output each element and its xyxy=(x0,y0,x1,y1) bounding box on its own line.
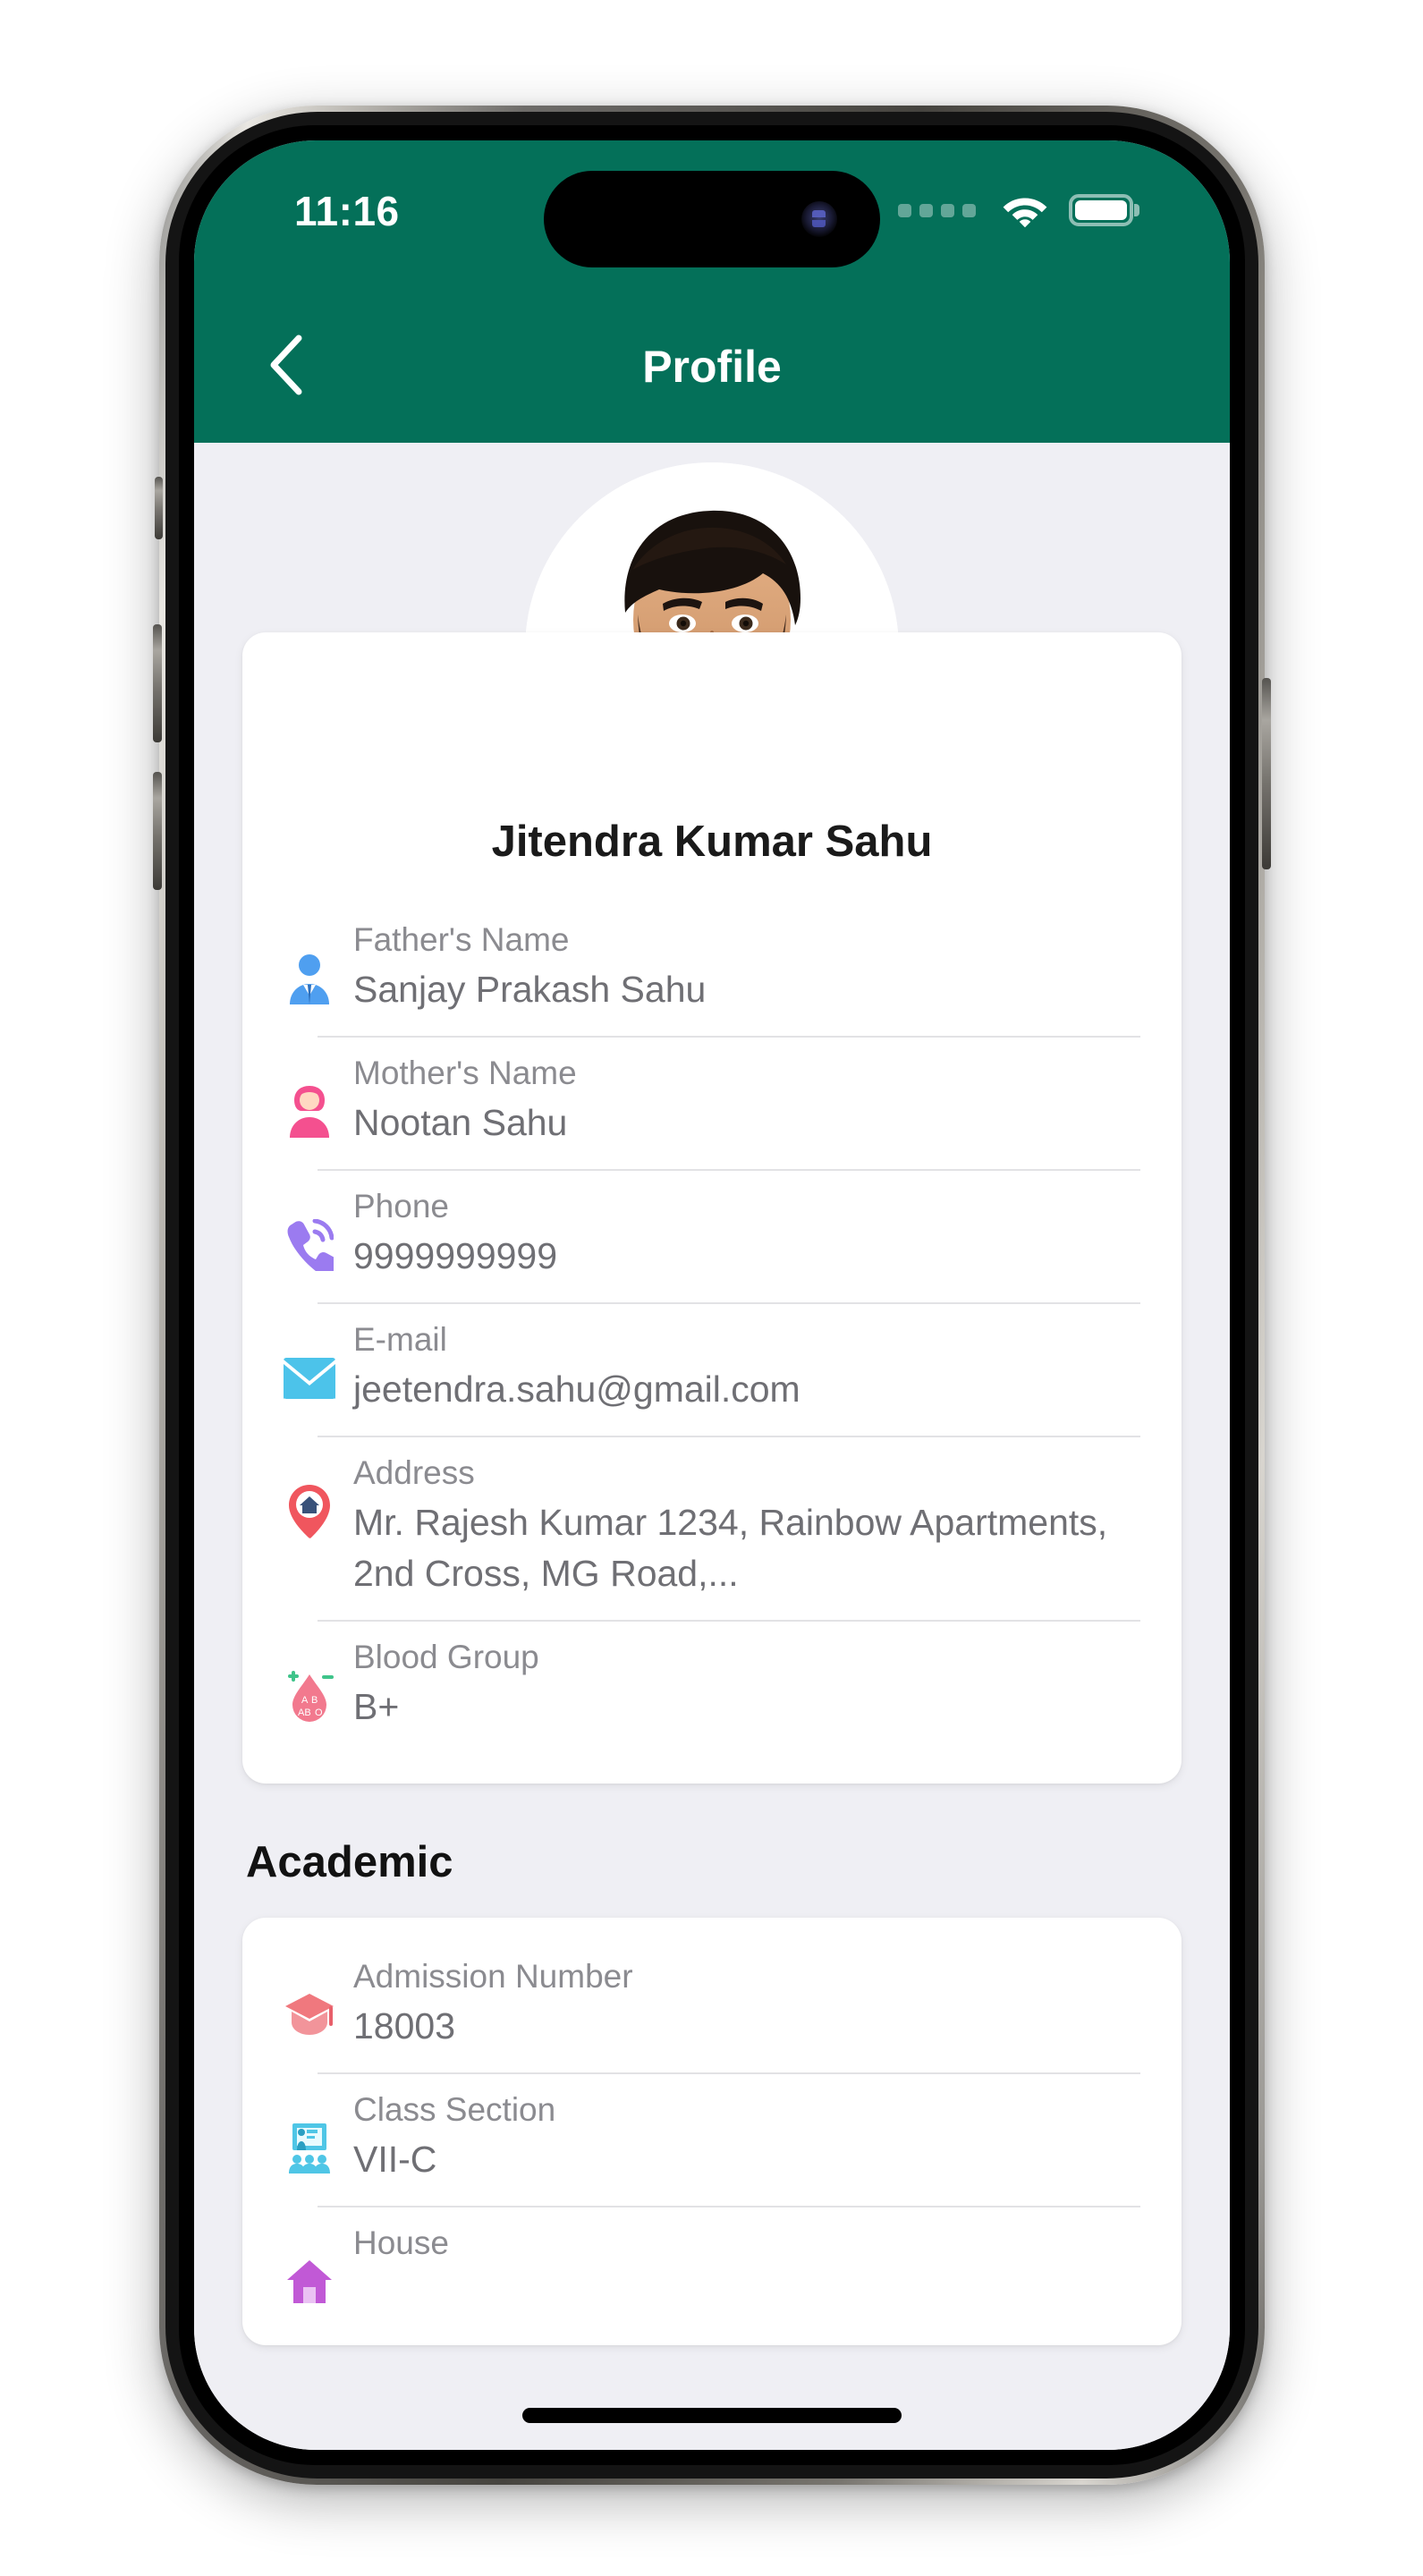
field-label: Blood Group xyxy=(353,1639,539,1676)
power-button[interactable] xyxy=(1262,678,1271,869)
field-label: Phone xyxy=(353,1188,449,1225)
field-label: E-mail xyxy=(353,1321,447,1359)
svg-text:A: A xyxy=(301,1695,309,1706)
phone-icon xyxy=(276,1212,343,1278)
field-blood-group[interactable]: A B AB O Blood Group B+ xyxy=(242,1622,1182,1753)
field-label: Admission Number xyxy=(353,1958,633,1996)
svg-text:AB: AB xyxy=(298,1707,311,1718)
field-house[interactable]: House xyxy=(242,2207,1182,2315)
field-fathers-name[interactable]: Father's Name Sanjay Prakash Sahu xyxy=(242,904,1182,1036)
field-phone[interactable]: Phone 9999999999 xyxy=(242,1171,1182,1302)
field-value: 18003 xyxy=(353,2004,456,2046)
female-user-icon xyxy=(276,1079,343,1145)
field-admission-number[interactable]: Admission Number 18003 xyxy=(242,1941,1182,2072)
volume-up-button[interactable] xyxy=(153,624,162,742)
field-label: House xyxy=(353,2224,449,2262)
wifi-icon xyxy=(1001,192,1049,228)
field-mothers-name[interactable]: Mother's Name Nootan Sahu xyxy=(242,1038,1182,1169)
battery-full-icon xyxy=(1069,194,1133,226)
svg-text:B: B xyxy=(311,1695,318,1706)
signal-dots-icon xyxy=(898,203,976,217)
house-icon xyxy=(276,2249,343,2315)
field-label: Class Section xyxy=(353,2091,556,2129)
field-value: 9999999999 xyxy=(353,1234,558,1276)
front-camera-icon xyxy=(801,201,837,237)
field-class-section[interactable]: Class Section VII-C xyxy=(242,2074,1182,2206)
svg-text:O: O xyxy=(315,1707,323,1718)
field-label: Address xyxy=(353,1454,475,1492)
status-bar: 11:16 xyxy=(194,140,1230,291)
field-value: B+ xyxy=(353,1685,400,1727)
phone-device: 11:16 Profile Jitendra Kumar Sahu Father… xyxy=(153,106,1271,2485)
blood-drop-icon: A B AB O xyxy=(276,1663,343,1729)
home-indicator[interactable] xyxy=(522,2408,902,2423)
page-title: Profile xyxy=(642,342,782,392)
volume-down-button[interactable] xyxy=(153,772,162,890)
map-pin-home-icon xyxy=(276,1479,343,1545)
classroom-icon xyxy=(276,2115,343,2182)
field-label: Mother's Name xyxy=(353,1055,577,1092)
field-value: Sanjay Prakash Sahu xyxy=(353,968,707,1010)
field-address[interactable]: Address Mr. Rajesh Kumar 1234, Rainbow A… xyxy=(242,1437,1182,1620)
field-value: Nootan Sahu xyxy=(353,1101,568,1143)
envelope-icon xyxy=(276,1345,343,1411)
field-label: Father's Name xyxy=(353,921,570,958)
profile-card: Jitendra Kumar Sahu Father's Name Sanjay… xyxy=(242,632,1182,1784)
academic-section-title: Academic xyxy=(246,1838,453,1887)
nav-bar: Profile xyxy=(194,291,1230,443)
male-user-icon xyxy=(276,945,343,1012)
academic-card: Admission Number 18003 Class Section VII… xyxy=(242,1918,1182,2346)
graduation-cap-icon xyxy=(276,1982,343,2048)
field-email[interactable]: E-mail jeetendra.sahu@gmail.com xyxy=(242,1304,1182,1436)
silent-switch-button[interactable] xyxy=(155,477,163,539)
field-value: jeetendra.sahu@gmail.com xyxy=(353,1368,800,1410)
phone-screen: 11:16 Profile Jitendra Kumar Sahu Father… xyxy=(194,140,1230,2450)
dynamic-island xyxy=(544,171,880,267)
field-value: VII-C xyxy=(353,2138,437,2180)
profile-name: Jitendra Kumar Sahu xyxy=(491,818,933,866)
field-value: Mr. Rajesh Kumar 1234, Rainbow Apartment… xyxy=(353,1501,1108,1594)
status-indicators xyxy=(898,192,1133,228)
status-time: 11:16 xyxy=(294,188,400,234)
scroll-content[interactable]: Jitendra Kumar Sahu Father's Name Sanjay… xyxy=(194,443,1230,2450)
